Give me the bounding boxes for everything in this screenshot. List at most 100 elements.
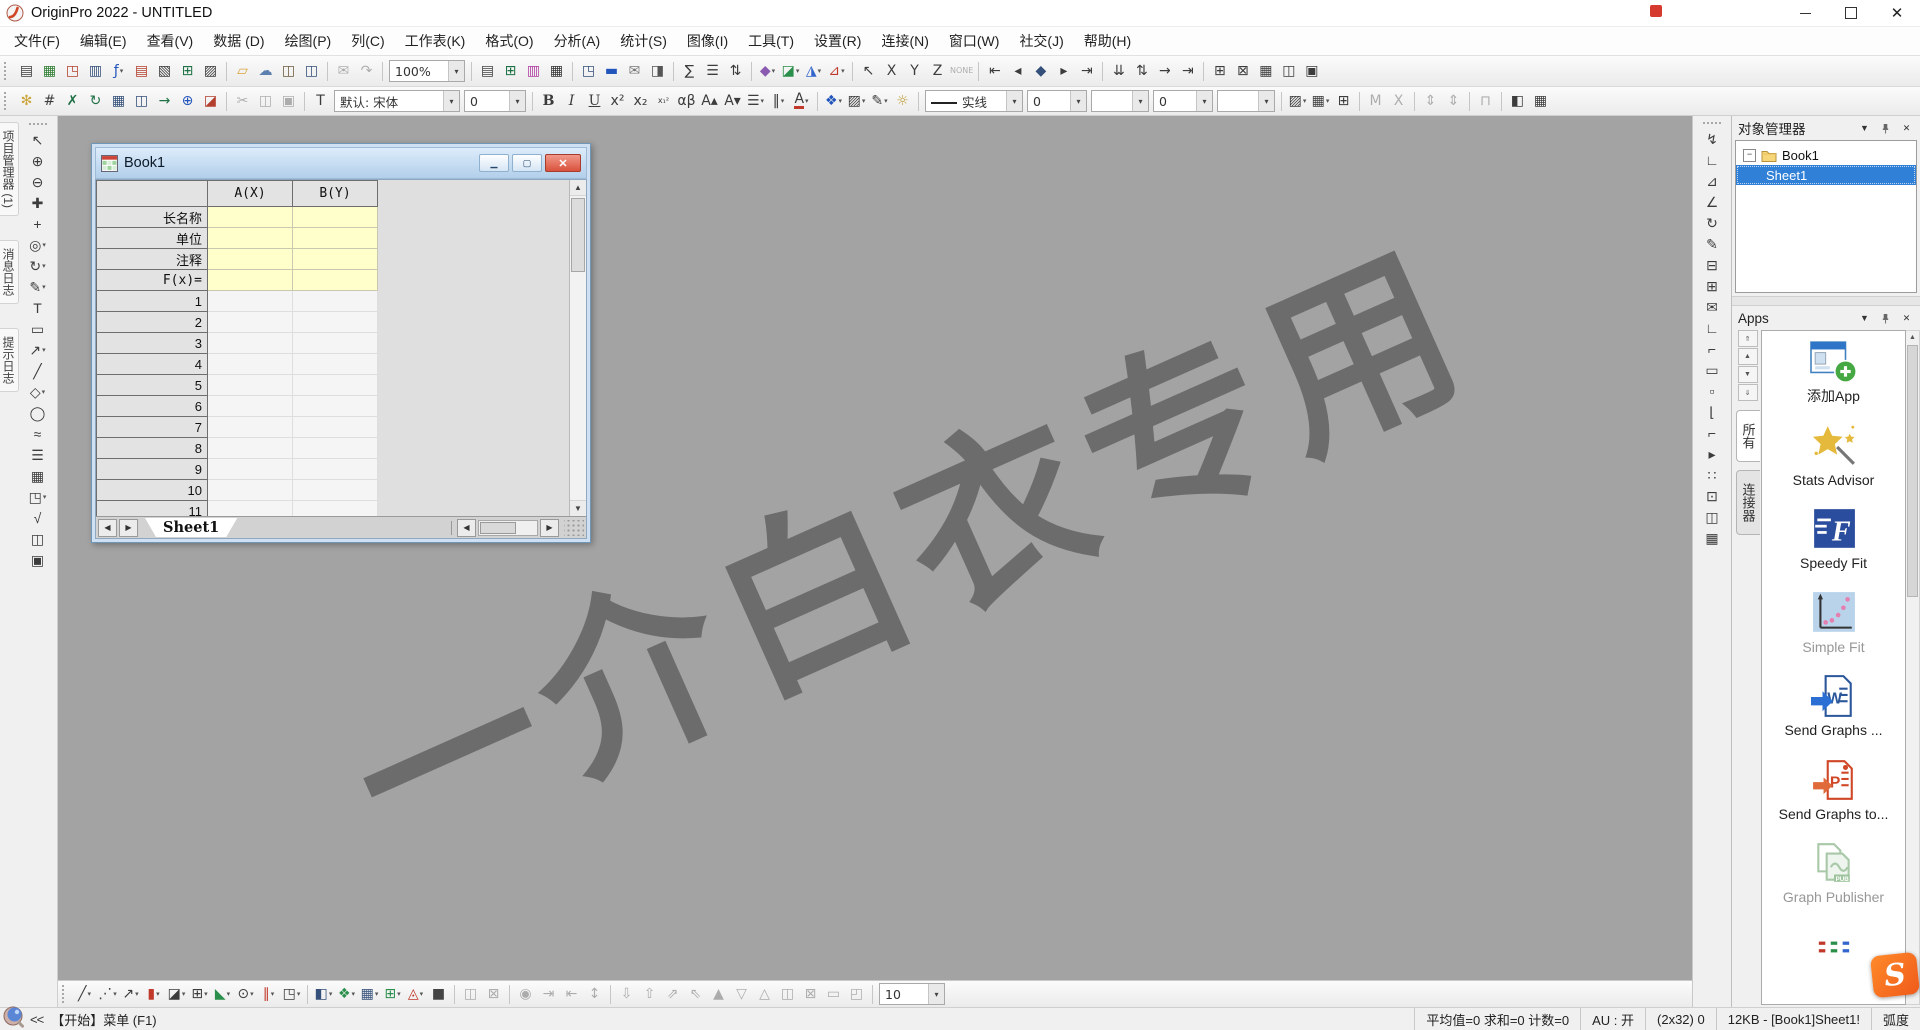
scroll-top-icon[interactable]: ⇑ bbox=[1737, 330, 1758, 347]
zoom-panel-button[interactable]: ◫ bbox=[459, 983, 482, 1005]
hscroll-right-icon[interactable]: ▶ bbox=[540, 518, 559, 537]
reader-tool-button[interactable]: ◉ bbox=[514, 983, 537, 1005]
scatter-plot-button[interactable]: ⋰ ▾ bbox=[96, 983, 119, 1005]
close-button[interactable]: ✕ bbox=[1874, 0, 1920, 26]
tile-windows-button[interactable]: ⇅ bbox=[1130, 60, 1153, 82]
freehand-tool[interactable]: ≈ bbox=[26, 423, 49, 444]
data-cell[interactable] bbox=[292, 416, 378, 438]
header-cell[interactable] bbox=[207, 248, 293, 270]
refresh-button[interactable]: ▬ bbox=[600, 60, 623, 82]
zoom-x-button[interactable]: X bbox=[880, 60, 903, 82]
ellipse-tool[interactable]: ◯ bbox=[26, 402, 49, 423]
window-tool-1[interactable]: ⊞ bbox=[1208, 60, 1231, 82]
line-color-button[interactable]: ✎ ▾ bbox=[868, 90, 891, 112]
move-prev-button[interactable]: ⇤ bbox=[560, 983, 583, 1005]
screen-reader-tool[interactable]: + bbox=[26, 213, 49, 234]
align-middle-button[interactable]: △ bbox=[753, 983, 776, 1005]
cut-button[interactable]: ✂ bbox=[231, 90, 254, 112]
data-cell[interactable] bbox=[207, 353, 293, 375]
move-next-button[interactable]: ⇥ bbox=[537, 983, 560, 1005]
row-header[interactable]: 9 bbox=[96, 458, 208, 480]
axis-tool-2[interactable]: ⊿ bbox=[1701, 170, 1724, 191]
book1-window[interactable]: Book1 ▁ ▢ ✕ A(X) B(Y) 长名称 单位 注释 F(x)= 1 2 3 4 5 6 7 8… bbox=[91, 143, 591, 543]
hatch-button[interactable]: ▨ ▾ bbox=[1286, 90, 1309, 112]
scroll-up-icon[interactable]: ▲ bbox=[1906, 331, 1919, 344]
rectangle-tool[interactable]: ▭ bbox=[26, 318, 49, 339]
left-dock-tab[interactable]: 提示日志 bbox=[0, 328, 19, 392]
book1-minimize-button[interactable]: ▁ bbox=[479, 154, 509, 172]
scroll-down-icon[interactable]: ▼ bbox=[1737, 366, 1758, 383]
plot-contour-button[interactable]: ⊞ ▾ bbox=[381, 983, 404, 1005]
column-stats-button[interactable]: ☰ bbox=[701, 60, 724, 82]
header-cell[interactable] bbox=[207, 206, 293, 228]
scale-tool-1[interactable]: ∟ bbox=[1701, 317, 1724, 338]
data-cell[interactable] bbox=[292, 395, 378, 417]
menu-item[interactable]: 工具(T) bbox=[738, 27, 804, 55]
apps-tab-connectors[interactable]: 连接器 bbox=[1735, 470, 1760, 535]
zoom-out-tool[interactable]: ⊖ bbox=[26, 171, 49, 192]
tree-item-sheet1-selected[interactable]: Sheet1 bbox=[1736, 165, 1916, 185]
book1-close-button[interactable]: ✕ bbox=[545, 154, 581, 172]
app-item[interactable]: W Send Graphs ... bbox=[1765, 673, 1903, 740]
multi-panel-plot-button[interactable]: ◳ ▾ bbox=[280, 983, 303, 1005]
row-label[interactable]: 注释 bbox=[96, 248, 208, 270]
text-tool[interactable]: T bbox=[26, 297, 49, 318]
import-excel-button[interactable]: ⊞ bbox=[499, 60, 522, 82]
duplicate-sheet-button[interactable]: ◫ bbox=[130, 90, 153, 112]
sheet-tab-left-icon[interactable]: ◀ bbox=[98, 518, 117, 537]
row-header[interactable]: 1 bbox=[96, 290, 208, 312]
vertical-scroll-thumb[interactable] bbox=[571, 198, 585, 272]
duplicate-graph-button[interactable]: ◳ bbox=[577, 60, 600, 82]
data-cell[interactable] bbox=[207, 374, 293, 396]
new-notes-button[interactable]: ▤ bbox=[130, 60, 153, 82]
plot-menu-4[interactable]: ⊿ ▾ bbox=[825, 60, 848, 82]
stock-plot-button[interactable]: ∥ ▾ bbox=[257, 983, 280, 1005]
minimize-button[interactable] bbox=[1782, 0, 1828, 26]
new-panel-button[interactable]: ◧ bbox=[1506, 90, 1529, 112]
import-database-button[interactable]: ▦ bbox=[545, 60, 568, 82]
zoom-z-button[interactable]: Z bbox=[926, 60, 949, 82]
scale-none-button[interactable]: NONE bbox=[949, 60, 974, 82]
subsuperscript-button[interactable]: x₁² bbox=[652, 90, 675, 112]
menu-item[interactable]: 图像(I) bbox=[677, 27, 738, 55]
panel-splitter[interactable] bbox=[1732, 296, 1920, 306]
copy-button[interactable]: ◫ bbox=[254, 90, 277, 112]
data-cell[interactable] bbox=[207, 311, 293, 333]
row-header[interactable]: 6 bbox=[96, 395, 208, 417]
row-header[interactable]: 11 bbox=[96, 500, 208, 516]
zoom-panel-close-button[interactable]: ⊠ bbox=[482, 983, 505, 1005]
object-size-combo[interactable]: 10 ▾ bbox=[879, 983, 945, 1005]
graph-object-tool[interactable]: ◳ ▾ bbox=[26, 486, 49, 507]
header-cell[interactable] bbox=[292, 206, 378, 228]
horizontal-scroll-thumb[interactable] bbox=[480, 521, 516, 534]
rescale-start-button[interactable]: ⇤ bbox=[983, 60, 1006, 82]
data-cell[interactable] bbox=[207, 437, 293, 459]
data-cell[interactable] bbox=[207, 332, 293, 354]
new-workbook-button[interactable]: ▦ bbox=[38, 60, 61, 82]
equation-object-tool[interactable]: √ bbox=[26, 507, 49, 528]
plot-menu-1[interactable]: ◆ ▾ bbox=[756, 60, 779, 82]
zoom-in-tool[interactable]: ⊕ bbox=[26, 150, 49, 171]
menu-item[interactable]: 列(C) bbox=[341, 27, 394, 55]
plot-menu-3[interactable]: ◮ ▾ bbox=[802, 60, 825, 82]
sheet-tab-right-icon[interactable]: ▶ bbox=[119, 518, 138, 537]
pin-icon[interactable] bbox=[1878, 121, 1893, 136]
pin-icon[interactable] bbox=[1878, 311, 1893, 326]
data-cell[interactable] bbox=[292, 479, 378, 501]
swap-xy-tool[interactable]: ↻ bbox=[1701, 212, 1724, 233]
data-cell[interactable] bbox=[292, 311, 378, 333]
arrow-tool[interactable]: ↗ ▾ bbox=[26, 339, 49, 360]
reimport-button[interactable]: ↻ bbox=[84, 90, 107, 112]
xy-button[interactable]: X bbox=[1387, 90, 1410, 112]
extract-tool[interactable]: ✉ bbox=[1701, 296, 1724, 317]
decrease-font-button[interactable]: A▾ bbox=[721, 90, 744, 112]
data-reader-tool[interactable]: ◎ ▾ bbox=[26, 234, 49, 255]
rescale-prev-button[interactable]: ◂ bbox=[1006, 60, 1029, 82]
multiline-tool[interactable]: ☰ bbox=[26, 444, 49, 465]
excel-object-tool[interactable]: ▣ bbox=[26, 549, 49, 570]
print-button[interactable]: ▤ bbox=[476, 60, 499, 82]
fit-sketch-tool[interactable]: ✎ bbox=[1701, 233, 1724, 254]
import-wizard-button[interactable]: ▥ bbox=[522, 60, 545, 82]
scroll-bottom-icon[interactable]: ⇓ bbox=[1737, 384, 1758, 401]
layer-content-button[interactable]: ◰ bbox=[845, 983, 868, 1005]
